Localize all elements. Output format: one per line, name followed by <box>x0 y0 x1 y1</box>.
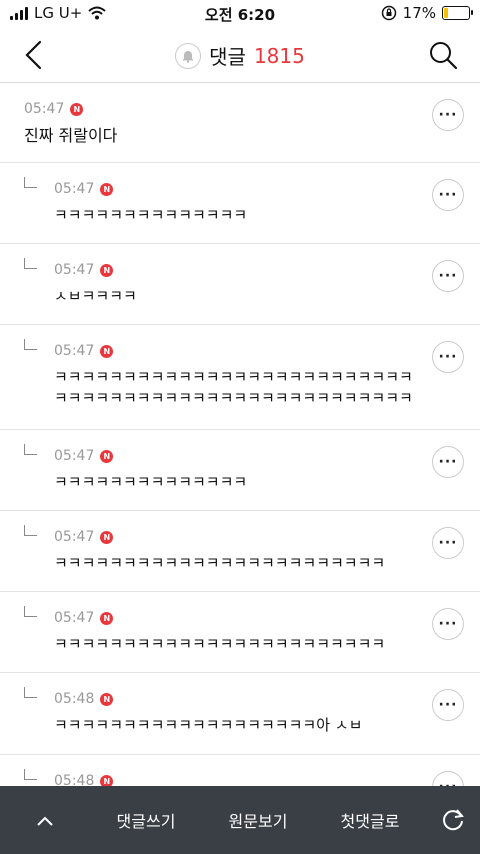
view-original-button[interactable]: 원문보기 <box>202 808 314 832</box>
more-options-button[interactable]: ··· <box>432 99 464 131</box>
comment-time: 05:47 <box>24 101 65 117</box>
comment-time: 05:47 <box>54 343 95 359</box>
battery-icon <box>442 6 473 20</box>
comment-time: 05:47 <box>54 529 95 545</box>
new-badge: N <box>100 182 114 196</box>
comment-item[interactable]: 05:47 N ㅋㅋㅋㅋㅋㅋㅋㅋㅋㅋㅋㅋㅋㅋ ··· <box>0 430 480 511</box>
reply-indicator-icon <box>24 769 37 780</box>
refresh-button[interactable] <box>426 807 480 833</box>
comment-text: ㅋㅋㅋㅋㅋㅋㅋㅋㅋㅋㅋㅋㅋㅋㅋㅋㅋㅋㅋㅋㅋㅋㅋㅋㅋㅋ ㅋㅋㅋㅋㅋㅋㅋㅋㅋㅋㅋㅋㅋ… <box>54 368 413 407</box>
title-label: 댓글 <box>209 45 246 69</box>
search-icon[interactable] <box>428 40 458 70</box>
reply-indicator-icon <box>24 444 37 455</box>
comment-item[interactable]: 05:47 N ㅋㅋㅋㅋㅋㅋㅋㅋㅋㅋㅋㅋㅋㅋㅋㅋㅋㅋㅋㅋㅋㅋㅋㅋㅋㅋ ㅋㅋㅋㅋㅋㅋㅋ… <box>0 325 480 430</box>
header: 댓글 1815 <box>0 28 480 83</box>
scroll-top-button[interactable] <box>0 808 90 832</box>
more-options-button[interactable]: ··· <box>432 179 464 211</box>
comment-text: ㅋㅋㅋㅋㅋㅋㅋㅋㅋㅋㅋㅋㅋㅋ <box>54 473 248 491</box>
status-bar: LG U+ 오전 6:20 17% <box>0 0 480 28</box>
comment-list[interactable]: 05:47 N 진짜 쥐랄이다 ··· 05:47 N ㅋㅋㅋㅋㅋㅋㅋㅋㅋㅋㅋㅋㅋㅋ ··· 0… <box>0 83 480 786</box>
comment-text: ㅅㅂㅋㅋㅋㅋ <box>54 287 137 305</box>
comment-text: ㅋㅋㅋㅋㅋㅋㅋㅋㅋㅋㅋㅋㅋㅋ <box>54 206 248 224</box>
more-options-button[interactable]: ··· <box>432 260 464 292</box>
new-badge: N <box>100 611 114 625</box>
comment-item[interactable]: 05:47 N 진짜 쥐랄이다 ··· <box>0 83 480 163</box>
reply-indicator-icon <box>24 525 37 536</box>
comment-count: 1815 <box>253 43 305 68</box>
reply-indicator-icon <box>24 258 37 269</box>
battery-percent: 17% <box>402 4 436 22</box>
new-badge: N <box>100 344 114 358</box>
more-options-button[interactable]: ··· <box>432 446 464 478</box>
more-options-button[interactable]: ··· <box>432 771 464 786</box>
comment-item[interactable]: 05:48 N ㅋㅋㅋㅋㅋㅋㅋㅋㅋㅋㅋㅋㅋㅋㅋㅋㅋㅋㅋ아 ㅅㅂ ··· <box>0 673 480 755</box>
reply-indicator-icon <box>24 687 37 698</box>
comment-text: 진짜 쥐랄이다 <box>24 126 118 145</box>
rotation-lock-icon <box>381 5 396 21</box>
more-options-button[interactable]: ··· <box>432 341 464 373</box>
comment-item[interactable]: 05:47 N ㅋㅋㅋㅋㅋㅋㅋㅋㅋㅋㅋㅋㅋㅋㅋㅋㅋㅋㅋㅋㅋㅋㅋㅋ ··· <box>0 511 480 592</box>
bell-icon[interactable] <box>175 42 202 69</box>
reply-indicator-icon <box>24 339 37 350</box>
comment-text: ㅋㅋㅋㅋㅋㅋㅋㅋㅋㅋㅋㅋㅋㅋㅋㅋㅋㅋㅋ아 ㅅㅂ <box>54 716 363 734</box>
comment-text: ㅋㅋㅋㅋㅋㅋㅋㅋㅋㅋㅋㅋㅋㅋㅋㅋㅋㅋㅋㅋㅋㅋㅋㅋ <box>54 554 386 572</box>
new-badge: N <box>100 530 114 544</box>
comment-time: 05:48 <box>54 691 95 707</box>
new-badge: N <box>70 102 84 116</box>
new-badge: N <box>100 774 114 786</box>
comment-time: 05:47 <box>54 610 95 626</box>
refresh-icon <box>443 809 464 831</box>
new-badge: N <box>100 263 114 277</box>
reply-indicator-icon <box>24 177 37 188</box>
comment-item[interactable]: 05:48 N ··· <box>0 755 480 786</box>
page-title: 댓글 1815 <box>0 41 480 70</box>
more-options-button[interactable]: ··· <box>432 608 464 640</box>
more-options-button[interactable]: ··· <box>432 689 464 721</box>
new-badge: N <box>100 692 114 706</box>
comment-item[interactable]: 05:47 N ㅋㅋㅋㅋㅋㅋㅋㅋㅋㅋㅋㅋㅋㅋ ··· <box>0 163 480 244</box>
first-comment-button[interactable]: 첫댓글로 <box>314 808 426 832</box>
comment-text: ㅋㅋㅋㅋㅋㅋㅋㅋㅋㅋㅋㅋㅋㅋㅋㅋㅋㅋㅋㅋㅋㅋㅋㅋ <box>54 635 386 653</box>
comment-time: 05:48 <box>54 773 95 786</box>
comment-item[interactable]: 05:47 N ㅋㅋㅋㅋㅋㅋㅋㅋㅋㅋㅋㅋㅋㅋㅋㅋㅋㅋㅋㅋㅋㅋㅋㅋ ··· <box>0 592 480 673</box>
more-options-button[interactable]: ··· <box>432 527 464 559</box>
bottom-toolbar: 댓글쓰기 원문보기 첫댓글로 <box>0 786 480 854</box>
comment-time: 05:47 <box>54 262 95 278</box>
comment-time: 05:47 <box>54 181 95 197</box>
reply-indicator-icon <box>24 606 37 617</box>
comment-item[interactable]: 05:47 N ㅅㅂㅋㅋㅋㅋ ··· <box>0 244 480 325</box>
write-comment-button[interactable]: 댓글쓰기 <box>90 808 202 832</box>
new-badge: N <box>100 449 114 463</box>
comment-time: 05:47 <box>54 448 95 464</box>
chevron-up-icon <box>37 816 53 826</box>
